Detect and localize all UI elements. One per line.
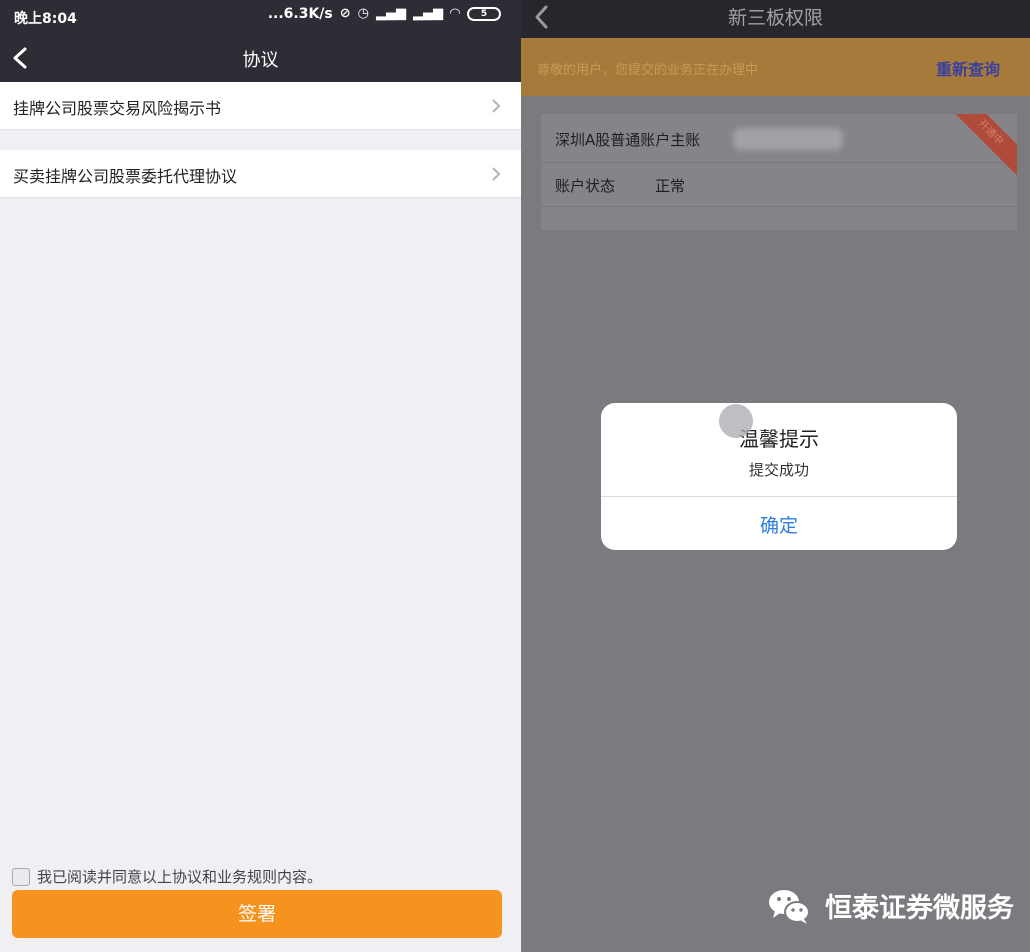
confirm-button[interactable]: 确定 — [601, 511, 957, 538]
divider — [541, 162, 1017, 163]
agreement-item-risk[interactable]: 挂牌公司股票交易风险揭示书 — [0, 82, 521, 130]
account-type: 深圳A股普通账户主账 — [555, 131, 701, 149]
screenshot-stage: 晚上8:04 ...6.3K/s ⊘ ◷ ▂▄▆ ▂▄▆ ◠ 5 协议 挂牌公司… — [0, 0, 1030, 952]
agreement-item-label: 买卖挂牌公司股票委托代理协议 — [13, 167, 238, 186]
nav-bar: 新三板权限 — [521, 0, 1030, 38]
wechat-icon — [769, 889, 810, 924]
dialog-title: 温馨提示 — [739, 427, 819, 451]
account-status-value: 正常 — [655, 177, 686, 195]
account-card: 深圳A股普通账户主账 账户状态 正常 开通中 — [541, 114, 1017, 230]
watermark-text: 恒泰证券微服务 — [825, 893, 1014, 924]
alarm-icon: ◷ — [357, 6, 369, 21]
notice-message: 尊敬的用户，您提交的业务正在办理中 — [537, 63, 759, 78]
signal-icon: ▂▄▆ — [376, 6, 406, 21]
mute-icon: ⊘ — [339, 6, 351, 21]
chevron-right-icon — [492, 99, 501, 113]
status-bar: 晚上8:04 ...6.3K/s ⊘ ◷ ▂▄▆ ▂▄▆ ◠ 5 — [0, 0, 521, 34]
permission-screen: 新三板权限 尊敬的用户，您提交的业务正在办理中 重新查询 深圳A股普通账户主账 … — [521, 0, 1030, 952]
agreement-screen: 晚上8:04 ...6.3K/s ⊘ ◷ ▂▄▆ ▂▄▆ ◠ 5 协议 挂牌公司… — [0, 0, 521, 952]
watermark: 恒泰证券微服务 — [767, 886, 1014, 925]
agreement-item-proxy[interactable]: 买卖挂牌公司股票委托代理协议 — [0, 150, 521, 198]
agreement-item-label: 挂牌公司股票交易风险揭示书 — [13, 99, 222, 118]
signal-2-icon: ▂▄▆ — [413, 6, 443, 21]
agree-row: 我已阅读并同意以上协议和业务规则内容。 — [12, 866, 322, 887]
page-title: 协议 — [242, 50, 279, 71]
nav-bar: 协议 — [0, 34, 521, 82]
divider — [601, 496, 957, 497]
redacted-account-number — [733, 128, 843, 150]
notice-bar: 尊敬的用户，您提交的业务正在办理中 重新查询 — [521, 38, 1030, 96]
network-speed: ...6.3K/s — [267, 6, 333, 22]
requery-link[interactable]: 重新查询 — [936, 56, 1000, 80]
agree-label: 我已阅读并同意以上协议和业务规则内容。 — [37, 868, 323, 886]
touch-indicator — [719, 404, 753, 438]
battery-icon: 5 — [467, 7, 501, 21]
account-status-label: 账户状态 — [555, 177, 616, 195]
dialog-message: 提交成功 — [748, 461, 809, 479]
sign-button[interactable]: 签署 — [12, 890, 502, 938]
divider — [541, 206, 1017, 207]
status-ribbon: 开通中 — [943, 114, 1017, 180]
status-indicators: ...6.3K/s ⊘ ◷ ▂▄▆ ▂▄▆ ◠ 5 — [268, 6, 501, 22]
page-title: 新三板权限 — [727, 7, 823, 29]
chevron-right-icon — [492, 167, 501, 181]
alert-dialog: 温馨提示 提交成功 确定 — [601, 403, 957, 550]
agree-checkbox[interactable] — [12, 867, 30, 886]
status-time: 晚上8:04 — [14, 11, 77, 27]
wifi-icon: ◠ — [450, 6, 460, 21]
